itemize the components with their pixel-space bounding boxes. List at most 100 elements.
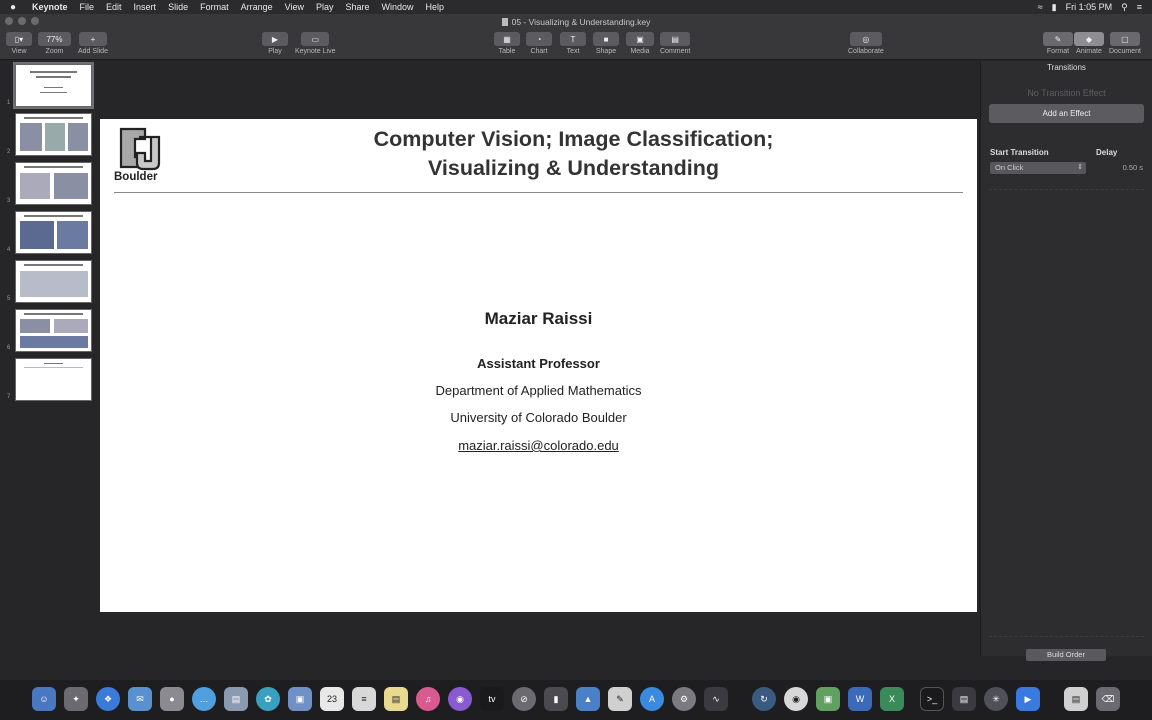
pages-icon[interactable]: ✎ — [608, 687, 632, 711]
keynote-live-button[interactable]: ▭ — [301, 32, 330, 46]
menu-share[interactable]: Share — [340, 2, 376, 12]
clock[interactable]: Fri 1:05 PM — [1066, 2, 1113, 12]
menu-play[interactable]: Play — [310, 2, 340, 12]
menu-slide[interactable]: Slide — [162, 2, 194, 12]
menu-window[interactable]: Window — [376, 2, 420, 12]
word-icon[interactable]: W — [848, 687, 872, 711]
text-button[interactable]: T — [560, 32, 586, 46]
author-position[interactable]: Assistant Professor — [100, 356, 977, 371]
notes-icon[interactable]: ▤ — [384, 687, 408, 711]
author-email[interactable]: maziar.raissi@colorado.edu — [100, 438, 977, 453]
contacts-icon[interactable]: ● — [160, 687, 184, 711]
launchpad-icon[interactable]: ✦ — [64, 687, 88, 711]
slide-title[interactable]: Computer Vision; Image Classification; V… — [170, 125, 977, 183]
view-button[interactable]: ▯▾ — [6, 32, 32, 46]
photos-icon[interactable]: ✿ — [256, 687, 280, 711]
apple-menu-icon[interactable]: ● — [0, 2, 26, 13]
battery-icon[interactable]: ▮ — [1052, 2, 1057, 13]
news-icon[interactable]: ⊘ — [512, 687, 536, 711]
delay-stepper[interactable]: 0.50 s — [1099, 162, 1143, 174]
document-stack-icon[interactable]: ▤ — [1064, 687, 1088, 711]
facetime-icon[interactable]: ▣ — [288, 687, 312, 711]
slide-thumbnail-3[interactable] — [15, 162, 92, 205]
mail-icon[interactable]: ✉ — [128, 687, 152, 711]
divider — [989, 636, 1144, 637]
activity-icon[interactable]: ∿ — [704, 687, 728, 711]
music-icon[interactable]: ♫ — [416, 687, 440, 711]
delay-label: Delay — [1096, 148, 1118, 157]
podcasts-icon[interactable]: ◉ — [448, 687, 472, 711]
preview-icon[interactable]: ▤ — [224, 687, 248, 711]
logo-text: Boulder — [114, 171, 158, 183]
slide-thumbnail-1[interactable] — [13, 62, 94, 109]
messages-icon[interactable]: … — [192, 687, 216, 711]
keynote-live-label: Keynote Live — [295, 48, 336, 55]
menu-arrange[interactable]: Arrange — [235, 2, 279, 12]
start-transition-label: Start Transition — [990, 148, 1049, 157]
author-department[interactable]: Department of Applied Mathematics — [100, 383, 977, 398]
shape-button[interactable]: ■ — [593, 32, 619, 46]
play-button[interactable]: ▶ — [262, 32, 288, 46]
start-transition-value: On Click — [995, 163, 1024, 172]
safari-icon[interactable]: ❖ — [96, 687, 120, 711]
menu-view[interactable]: View — [279, 2, 310, 12]
console-icon[interactable]: ▤ — [952, 687, 976, 711]
comment-button[interactable]: ▤ — [660, 32, 691, 46]
animate-inspector: Transitions No Transition Effect Add an … — [980, 61, 1152, 661]
image-capture-icon[interactable]: ▣ — [816, 687, 840, 711]
excel-icon[interactable]: X — [880, 687, 904, 711]
collaborate-button[interactable]: ◎ — [849, 32, 882, 46]
slide-thumbnail-7[interactable] — [15, 358, 92, 401]
document-label: Document — [1109, 48, 1141, 55]
control-center-icon[interactable]: ≡ — [1137, 2, 1142, 12]
zoom-button[interactable]: 77% — [38, 32, 71, 46]
start-transition-select[interactable]: On Click ⇕ — [990, 162, 1086, 174]
shape-label: Shape — [595, 48, 617, 55]
current-slide[interactable]: Boulder Computer Vision; Image Classific… — [100, 119, 977, 612]
document-button[interactable]: ▢ — [1109, 32, 1140, 46]
slide-thumbnail-4[interactable] — [15, 211, 92, 254]
table-button[interactable]: ▦ — [494, 32, 520, 46]
shape-tool: ■ Shape — [593, 32, 619, 55]
numbers-icon[interactable]: ▮ — [544, 687, 568, 711]
calendar-icon[interactable]: 23 — [320, 687, 344, 711]
menu-insert[interactable]: Insert — [128, 2, 163, 12]
cu-boulder-logo — [119, 127, 161, 171]
system-preferences-icon[interactable]: ⚙ — [672, 687, 696, 711]
format-button[interactable]: ✎ — [1043, 32, 1073, 46]
menu-help[interactable]: Help — [420, 2, 451, 12]
keynote-icon[interactable]: ▲ — [576, 687, 600, 711]
trash-icon[interactable]: ⌫ — [1096, 687, 1120, 711]
email-link[interactable]: maziar.raissi@colorado.edu — [458, 438, 619, 453]
slide-number-1: 1 — [7, 100, 11, 106]
author-name[interactable]: Maziar Raissi — [100, 309, 977, 329]
wifi-icon[interactable]: ≈ — [1038, 2, 1043, 12]
author-university[interactable]: University of Colorado Boulder — [100, 410, 977, 425]
menu-edit[interactable]: Edit — [100, 2, 128, 12]
slide-thumbnail-6[interactable] — [15, 309, 92, 352]
spotlight-icon[interactable]: ⚲ — [1121, 2, 1128, 13]
media-button[interactable]: ▣ — [626, 32, 654, 46]
finder-icon[interactable]: ☺ — [32, 687, 56, 711]
app-store-icon[interactable]: A — [640, 687, 664, 711]
reminders-icon[interactable]: ≡ — [352, 687, 376, 711]
add-effect-button[interactable]: Add an Effect — [989, 104, 1144, 123]
menu-format[interactable]: Format — [194, 2, 235, 12]
slide-thumbnail-5[interactable] — [15, 260, 92, 303]
add-slide-button[interactable]: + — [78, 32, 107, 46]
build-order-button[interactable]: Build Order — [1026, 649, 1106, 661]
network-icon[interactable]: ✳ — [984, 687, 1008, 711]
disk-utility-icon[interactable]: ◉ — [784, 687, 808, 711]
animate-button[interactable]: ◆ — [1074, 32, 1104, 46]
sync-icon[interactable]: ↻ — [752, 687, 776, 711]
terminal-icon[interactable]: >_ — [920, 687, 944, 711]
tab-transitions[interactable]: Transitions — [981, 63, 1152, 72]
media-tool: ▣ Media — [626, 32, 654, 55]
keynote-live-tool: ▭ Keynote Live — [295, 32, 335, 55]
tv-icon[interactable]: tv — [480, 687, 504, 711]
menu-keynote[interactable]: Keynote — [26, 2, 74, 12]
slide-thumbnail-2[interactable] — [15, 113, 92, 156]
chart-button[interactable]: ◔ — [526, 32, 552, 46]
zoom-app-icon[interactable]: ▶ — [1016, 687, 1040, 711]
menu-file[interactable]: File — [74, 2, 101, 12]
